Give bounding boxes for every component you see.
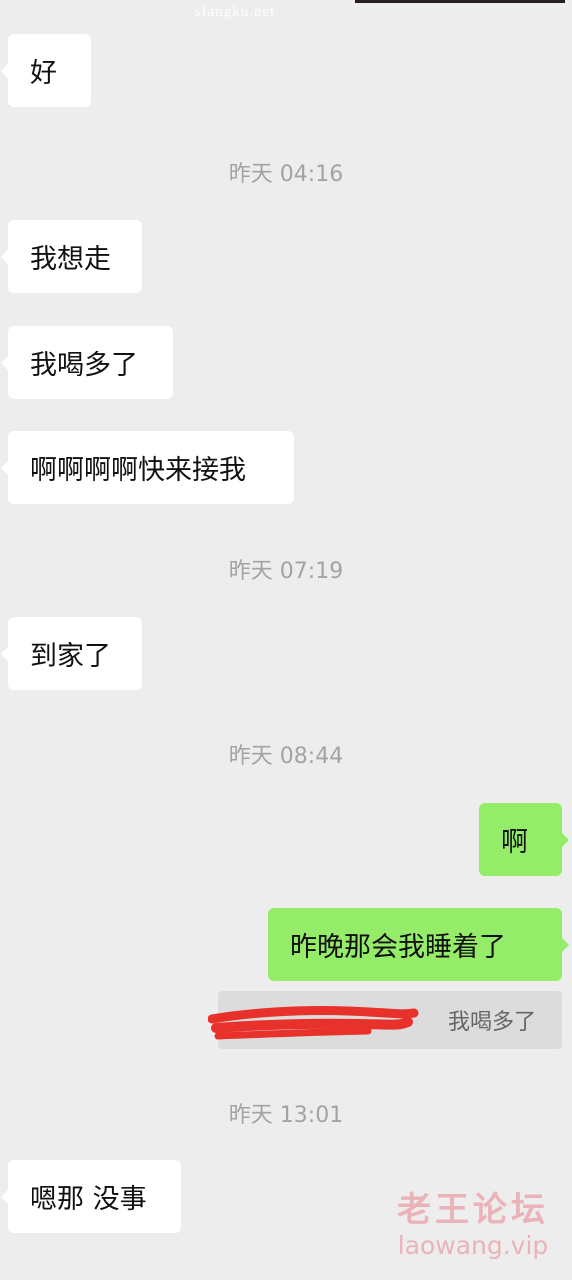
forum-watermark-logo: 老王论坛 laowang.vip xyxy=(383,1190,563,1262)
message-text: 啊 xyxy=(501,827,528,858)
message-text: 我想走 xyxy=(30,244,111,275)
timestamp: 昨天 13:01 xyxy=(228,1103,344,1128)
timestamp: 昨天 07:19 xyxy=(228,559,344,584)
message-bubble-outgoing[interactable]: 昨晚那会我睡着了 xyxy=(268,908,569,981)
message-bubble-outgoing[interactable]: 啊 xyxy=(479,803,569,876)
message-text: 啊啊啊啊快来接我 xyxy=(30,455,246,486)
message-text: 嗯那 没事 xyxy=(30,1184,147,1215)
forum-logo-en: laowang.vip xyxy=(397,1231,549,1260)
message-text: 我喝多了 xyxy=(30,350,138,381)
message-bubble-incoming[interactable]: 啊啊啊啊快来接我 xyxy=(1,431,294,504)
timestamp: 昨天 08:44 xyxy=(228,744,344,769)
timestamp: 昨天 04:16 xyxy=(228,162,344,187)
message-bubble-incoming[interactable]: 好 xyxy=(1,34,91,107)
top-edge-strip xyxy=(355,0,565,3)
message-bubble-incoming[interactable]: 到家了 xyxy=(1,617,142,690)
message-bubble-incoming[interactable]: 我喝多了 xyxy=(1,326,173,399)
message-text: 到家了 xyxy=(30,641,111,672)
redaction-scribble xyxy=(208,1005,419,1040)
forum-logo-cn: 老王论坛 xyxy=(397,1190,549,1230)
message-bubble-incoming[interactable]: 我想走 xyxy=(1,220,142,293)
message-text: 好 xyxy=(30,58,57,89)
top-watermark: sfangku.net xyxy=(194,4,276,20)
chat-window: sfangku.net 好 昨天 04:16 我想走 我喝多了 啊啊啊啊快来接我… xyxy=(0,0,572,1280)
quoted-text: 我喝多了 xyxy=(447,1010,536,1035)
message-bubble-incoming[interactable]: 嗯那 没事 xyxy=(1,1160,181,1233)
quoted-reply[interactable]: 我喝多了 xyxy=(208,991,562,1049)
message-text: 昨晚那会我睡着了 xyxy=(290,932,506,963)
